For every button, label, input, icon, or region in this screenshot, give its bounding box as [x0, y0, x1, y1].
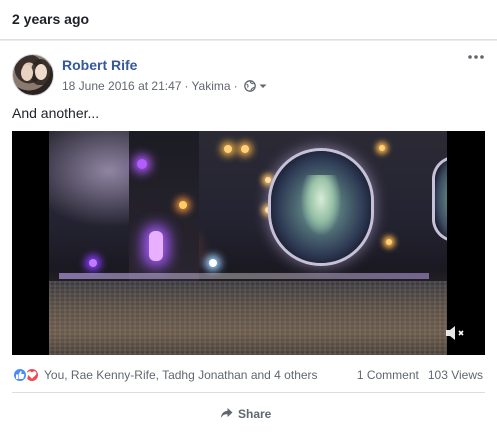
engagement-counts: 1 Comment 103 Views	[357, 368, 483, 382]
post-card: Robert Rife 18 June 2016 at 21:47 · Yaki…	[0, 41, 497, 434]
memory-title: 2 years ago	[12, 11, 90, 27]
video-frame[interactable]	[49, 131, 447, 355]
post-text: And another...	[12, 105, 100, 121]
meta-separator: ·	[233, 79, 238, 93]
crowd	[49, 281, 447, 355]
volume-muted-icon[interactable]	[444, 323, 468, 343]
like-icon	[12, 367, 28, 383]
share-button[interactable]: Share	[220, 405, 271, 423]
post-location-link[interactable]: Yakima	[191, 79, 230, 93]
reactions-names[interactable]: You, Rae Kenny-Rife, Tadhg Jonathan and …	[44, 368, 318, 382]
post-timestamp-link[interactable]: 18 June 2016 at 21:47	[62, 79, 181, 93]
comments-count-link[interactable]: 1 Comment	[357, 368, 419, 382]
more-horizontal-icon[interactable]	[466, 51, 486, 65]
video-player[interactable]	[12, 131, 485, 355]
author-avatar[interactable]	[12, 54, 54, 96]
share-arrow-icon	[220, 407, 233, 422]
memory-header: 2 years ago	[0, 0, 497, 40]
post-meta: 18 June 2016 at 21:47 · Yakima ·	[62, 79, 268, 93]
actions-divider	[12, 392, 485, 393]
reactions-summary[interactable]: You, Rae Kenny-Rife, Tadhg Jonathan and …	[12, 366, 318, 384]
globe-icon[interactable]	[243, 80, 256, 92]
meta-separator: ·	[184, 79, 189, 93]
views-count: 103 Views	[427, 368, 483, 382]
privacy-caret-icon[interactable]	[258, 80, 268, 92]
share-label: Share	[238, 407, 272, 421]
author-name-link[interactable]: Robert Rife	[62, 57, 137, 73]
stage-screen	[271, 151, 371, 263]
